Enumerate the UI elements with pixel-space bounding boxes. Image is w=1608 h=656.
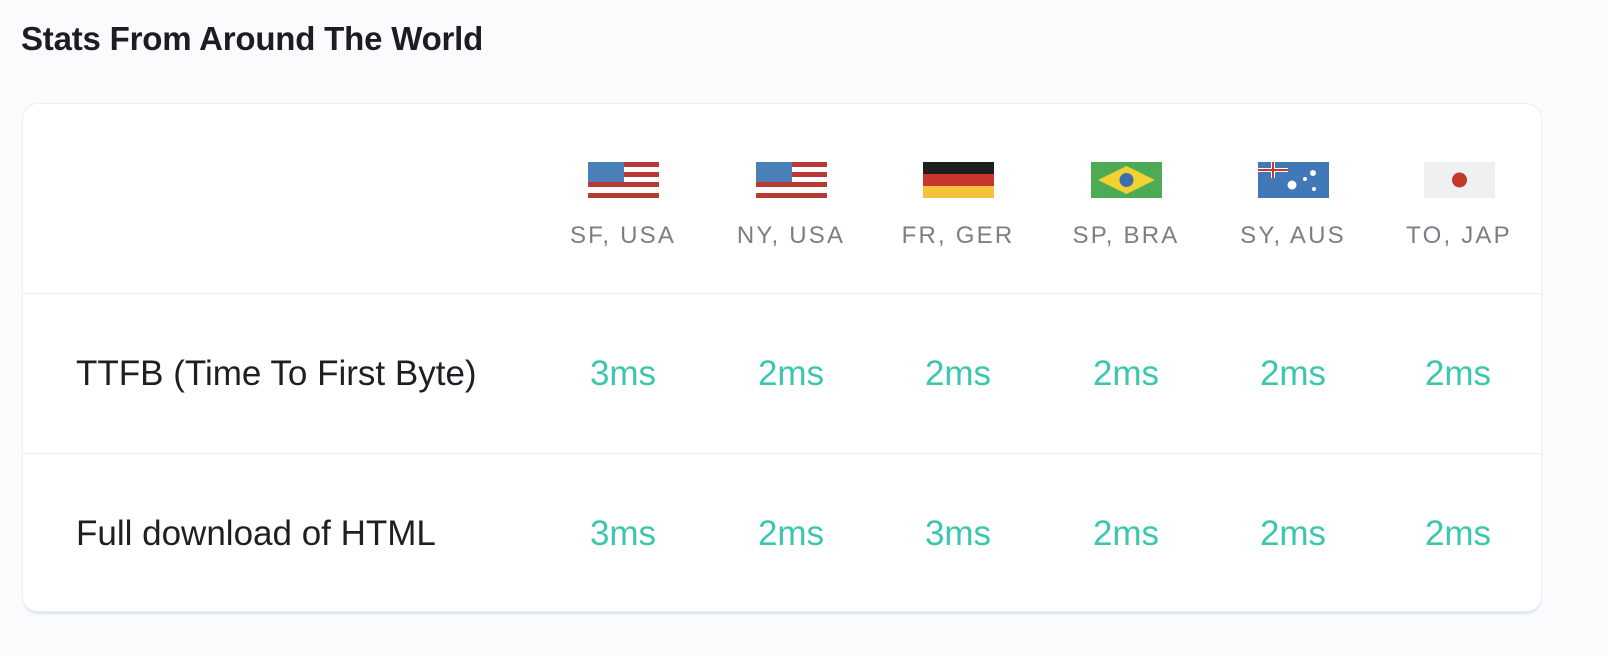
japan-flag-icon — [1423, 162, 1495, 198]
metric-value: 2ms — [757, 354, 825, 393]
location-label: NY, USA — [736, 222, 846, 249]
australia-flag-icon — [1257, 162, 1329, 198]
table-row-ttfb: TTFB (Time To First Byte) 3ms 2ms 2ms 2m… — [23, 294, 1541, 454]
brazil-flag-icon — [1090, 162, 1162, 198]
metric-value: 3ms — [589, 514, 657, 553]
metric-value: 2ms — [1092, 354, 1160, 393]
metric-value: 3ms — [589, 354, 657, 393]
location-label: SF, USA — [569, 222, 677, 249]
metric-value: 2ms — [1259, 354, 1327, 393]
metric-value: 3ms — [924, 514, 992, 553]
metric-value: 2ms — [1424, 354, 1492, 393]
stats-table-card: SF, USA NY, USA FR, GER SP, BRA SY, AUS … — [22, 103, 1542, 612]
metric-value: 2ms — [1259, 514, 1327, 553]
metric-value: 2ms — [924, 354, 992, 393]
us-flag-icon — [755, 162, 827, 198]
location-column-sp-bra: SP, BRA — [1046, 162, 1206, 250]
location-label: SP, BRA — [1072, 222, 1180, 249]
germany-flag-icon — [922, 162, 994, 198]
metric-label: TTFB (Time To First Byte) — [76, 354, 477, 393]
location-label: SY, AUS — [1240, 222, 1346, 249]
location-label: TO, JAP — [1406, 222, 1512, 249]
metric-value: 2ms — [757, 514, 825, 553]
metric-value: 2ms — [1424, 514, 1492, 553]
metric-label: Full download of HTML — [76, 514, 436, 553]
us-flag-icon — [587, 162, 659, 198]
location-column-sy-aus: SY, AUS — [1213, 162, 1373, 250]
location-column-sf-usa: SF, USA — [543, 162, 703, 250]
location-column-to-jap: TO, JAP — [1379, 162, 1539, 250]
table-row-full-download: Full download of HTML 3ms 2ms 3ms 2ms 2m… — [23, 454, 1541, 611]
location-column-fr-ger: FR, GER — [878, 162, 1038, 250]
location-label: FR, GER — [901, 222, 1015, 249]
table-header-row: SF, USA NY, USA FR, GER SP, BRA SY, AUS … — [23, 104, 1541, 294]
metric-value: 2ms — [1092, 514, 1160, 553]
page-title: Stats From Around The World — [21, 20, 484, 57]
location-column-ny-usa: NY, USA — [711, 162, 871, 250]
